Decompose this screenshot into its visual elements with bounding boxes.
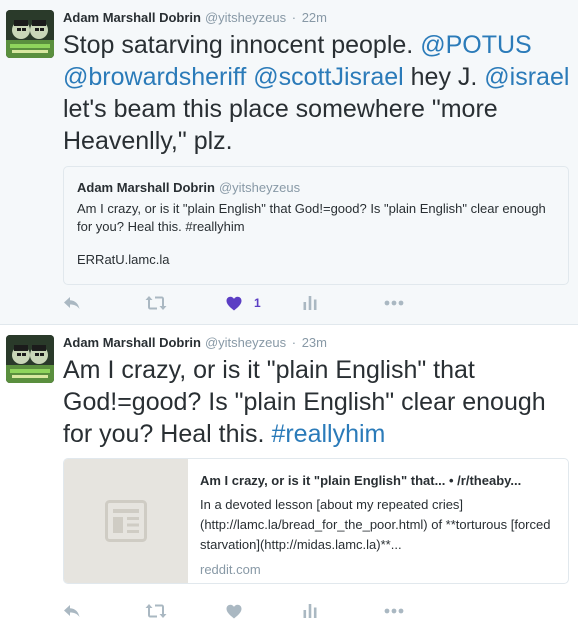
heart-icon bbox=[226, 604, 242, 618]
quote-text: Am I crazy, or is it "plain English" tha… bbox=[77, 201, 546, 234]
tweet-text: Stop satarving innocent people. @POTUS @… bbox=[63, 29, 573, 157]
more-button[interactable] bbox=[384, 601, 404, 621]
retweet-icon bbox=[145, 296, 167, 310]
link-card[interactable]: Am I crazy, or is it "plain English" tha… bbox=[63, 458, 569, 584]
analytics-button[interactable] bbox=[303, 293, 317, 313]
reply-icon bbox=[64, 297, 80, 309]
card-title[interactable]: Am I crazy, or is it "plain English" tha… bbox=[200, 472, 560, 490]
tweet-text: Am I crazy, or is it "plain English" tha… bbox=[63, 354, 573, 450]
author-username[interactable]: @yitsheyzeus bbox=[205, 335, 286, 350]
action-bar: 1 bbox=[63, 293, 463, 313]
tweet[interactable]: Adam Marshall Dobrin @yitsheyzeus · 23m A… bbox=[0, 325, 578, 625]
tweet-timestamp[interactable]: 22m bbox=[302, 10, 327, 25]
retweet-button[interactable] bbox=[145, 293, 167, 313]
more-button[interactable] bbox=[384, 293, 404, 313]
header-separator: · bbox=[291, 10, 297, 25]
author-fullname[interactable]: Adam Marshall Dobrin bbox=[63, 335, 201, 350]
mention-link[interactable]: @POTUS bbox=[420, 31, 532, 59]
hashtag-link[interactable]: #reallyhim bbox=[271, 420, 385, 448]
card-body: Am I crazy, or is it "plain English" tha… bbox=[200, 472, 560, 579]
mention-link[interactable]: @browardsheriff bbox=[63, 63, 246, 91]
quote-link-text: ERRatU.lamc.la bbox=[77, 252, 170, 267]
reply-button[interactable] bbox=[63, 293, 81, 313]
author-username[interactable]: @yitsheyzeus bbox=[205, 10, 286, 25]
tweet-text-segment: hey J. bbox=[403, 63, 485, 91]
tweet-header: Adam Marshall Dobrin @yitsheyzeus · 22m bbox=[63, 10, 327, 26]
author-fullname[interactable]: Adam Marshall Dobrin bbox=[63, 10, 201, 25]
heart-icon bbox=[226, 296, 242, 310]
tweet[interactable]: Adam Marshall Dobrin @yitsheyzeus · 22m S… bbox=[0, 0, 578, 325]
quote-author-fullname: Adam Marshall Dobrin bbox=[77, 180, 215, 195]
like-button[interactable] bbox=[226, 601, 242, 621]
reply-button[interactable] bbox=[63, 601, 81, 621]
action-bar bbox=[63, 601, 463, 621]
avatar[interactable] bbox=[6, 10, 54, 58]
card-domain: reddit.com bbox=[200, 562, 261, 577]
reply-icon bbox=[64, 605, 80, 617]
card-thumbnail bbox=[64, 459, 188, 583]
mention-link[interactable]: @israel bbox=[484, 63, 569, 91]
like-count: 1 bbox=[254, 296, 261, 310]
analytics-icon bbox=[303, 604, 317, 618]
analytics-button[interactable] bbox=[303, 601, 317, 621]
tweet-text-segment: let's beam this place somewhere "more He… bbox=[63, 95, 498, 155]
quote-header: Adam Marshall Dobrin @yitsheyzeus bbox=[77, 180, 555, 196]
tweet-text-segment: Stop satarving innocent people. bbox=[63, 31, 421, 59]
article-icon bbox=[105, 500, 147, 542]
more-icon bbox=[384, 300, 404, 306]
more-icon bbox=[384, 608, 404, 614]
mention-link[interactable]: @scottJisrael bbox=[253, 63, 403, 91]
quote-author-username: @yitsheyzeus bbox=[218, 180, 301, 195]
retweet-button[interactable] bbox=[145, 601, 167, 621]
tweet-timestamp[interactable]: 23m bbox=[302, 335, 327, 350]
quoted-tweet[interactable]: Adam Marshall Dobrin @yitsheyzeus Am I cr… bbox=[63, 166, 569, 285]
analytics-icon bbox=[303, 296, 317, 310]
retweet-icon bbox=[145, 604, 167, 618]
header-separator: · bbox=[291, 335, 297, 350]
avatar[interactable] bbox=[6, 335, 54, 383]
like-button[interactable]: 1 bbox=[226, 293, 261, 313]
card-description: In a devoted lesson [about my repeated c… bbox=[200, 497, 551, 552]
tweet-header: Adam Marshall Dobrin @yitsheyzeus · 23m bbox=[63, 335, 327, 351]
